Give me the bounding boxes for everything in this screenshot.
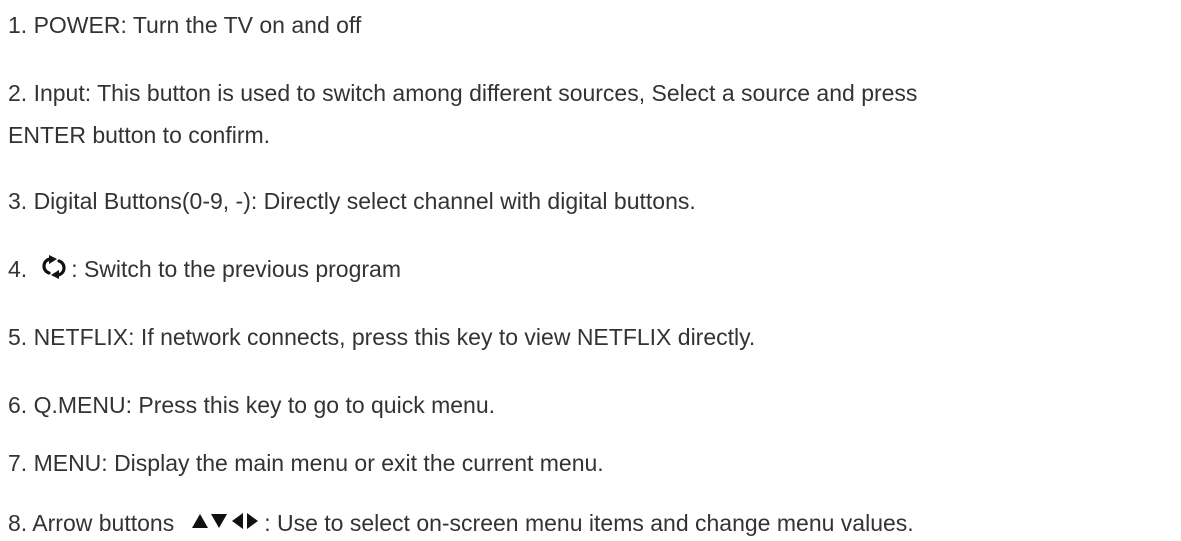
item-text: 5. NETFLIX: If network connects, press t… <box>8 324 756 350</box>
item-prefix: 8. Arrow buttons <box>8 510 175 536</box>
arrow-left-icon <box>232 513 244 529</box>
list-item-input: 2. Input: This button is used to switch … <box>8 76 917 152</box>
item-text: 7. MENU: Display the main menu or exit t… <box>8 450 604 476</box>
item-text: 6. Q.MENU: Press this key to go to quick… <box>8 392 496 418</box>
item-text-line-2: ENTER button to confirm. <box>8 122 271 148</box>
previous-channel-icon <box>37 254 71 279</box>
item-suffix: : Use to select on-screen menu items and… <box>264 510 914 536</box>
list-item-digital-buttons: 3. Digital Buttons(0-9, -): Directly sel… <box>8 184 696 218</box>
list-item-previous-program: 4. : Switch to the previous program <box>8 252 401 286</box>
arrow-right-icon <box>247 513 259 529</box>
arrow-up-icon <box>192 514 209 528</box>
item-text: 3. Digital Buttons(0-9, -): Directly sel… <box>8 188 696 214</box>
list-item-menu: 7. MENU: Display the main menu or exit t… <box>8 446 604 480</box>
list-item-power: 1. POWER: Turn the TV on and off <box>8 8 361 42</box>
arrow-down-icon <box>211 514 228 528</box>
list-item-netflix: 5. NETFLIX: If network connects, press t… <box>8 320 755 354</box>
item-text-line-1: 2. Input: This button is used to switch … <box>8 80 918 106</box>
list-item-q-menu: 6. Q.MENU: Press this key to go to quick… <box>8 388 495 422</box>
list-item-arrow-buttons: 8. Arrow buttons : Use to select on-scre… <box>8 506 914 540</box>
item-prefix: 4. <box>8 256 28 282</box>
arrow-buttons-icon <box>192 511 264 531</box>
item-suffix: : Switch to the previous program <box>71 256 402 282</box>
item-text: 1. POWER: Turn the TV on and off <box>8 12 362 38</box>
